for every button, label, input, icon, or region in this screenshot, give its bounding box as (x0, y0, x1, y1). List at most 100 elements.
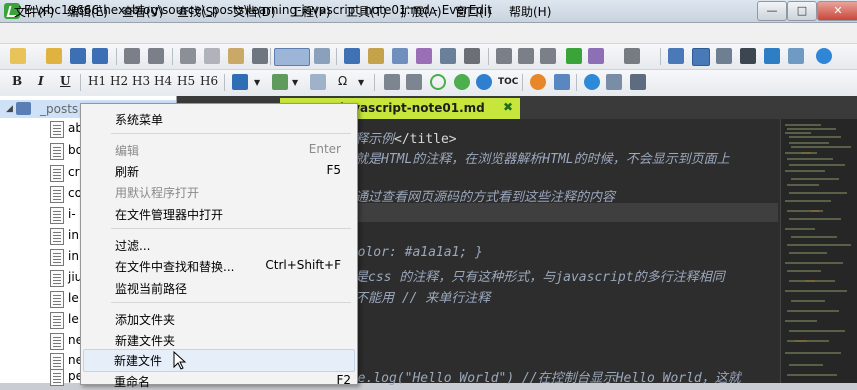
image-icon[interactable] (272, 74, 288, 90)
cut-icon[interactable] (180, 48, 196, 64)
tab-close-icon[interactable]: ✖ (503, 100, 513, 114)
browser-preview-icon[interactable] (764, 48, 780, 64)
menu-item-refresh[interactable]: 刷新 (115, 163, 139, 180)
task-open-icon[interactable] (430, 74, 446, 90)
preview-icon[interactable] (530, 74, 546, 90)
file-icon (50, 291, 64, 308)
anchor-dropdown-icon[interactable]: ▼ (254, 78, 260, 87)
snippet-icon[interactable] (588, 48, 604, 64)
toolbar-separator (522, 74, 523, 91)
run-icon[interactable] (566, 48, 582, 64)
minimap-lines (785, 124, 851, 376)
menu-help[interactable]: 帮助(H) (509, 3, 551, 20)
unordered-list-icon[interactable] (406, 74, 422, 90)
tools-icon[interactable] (624, 48, 640, 64)
menu-item-find-in-files[interactable]: 在文件中查找和替换... (115, 258, 234, 275)
undo-icon[interactable] (124, 48, 140, 64)
paste-icon[interactable] (228, 48, 244, 64)
toolbar-separator (576, 74, 577, 91)
menu-item-rename-shortcut: F2 (336, 373, 351, 387)
menu-item-edit[interactable]: 编辑 (115, 142, 139, 159)
find-files-icon[interactable] (392, 48, 408, 64)
minimize-button[interactable]: — (757, 1, 787, 21)
menu-item-open-in-explorer[interactable]: 在文件管理器中打开 (115, 206, 223, 223)
tree-root-label: _posts (40, 102, 79, 116)
h6-button[interactable]: H6 (200, 74, 218, 88)
h1-button[interactable]: H1 (88, 74, 106, 88)
menu-window[interactable]: 窗口(I) (455, 3, 492, 20)
menu-view[interactable]: 查看(V) (122, 3, 164, 20)
menu-item-filter[interactable]: 过滤... (115, 237, 150, 254)
menu-project[interactable]: 工程(P) (290, 3, 331, 20)
spellcheck-icon[interactable] (344, 48, 360, 64)
maximize-button[interactable]: □ (787, 1, 817, 21)
ie-preview-icon[interactable] (584, 74, 600, 90)
h5-button[interactable]: H5 (177, 74, 195, 88)
quote-icon[interactable] (476, 74, 492, 90)
h4-button[interactable]: H4 (154, 74, 172, 88)
menu-item-watch-path[interactable]: 监视当前路径 (115, 280, 187, 297)
fullscreen-icon[interactable] (740, 48, 756, 64)
play-macro-icon[interactable] (518, 48, 534, 64)
menu-item-open-default[interactable]: 用默认程序打开 (115, 184, 199, 201)
print-preview-icon[interactable] (606, 74, 622, 90)
toolbar-separator (80, 74, 81, 91)
special-char-dropdown-icon[interactable]: ▼ (358, 78, 364, 87)
task-done-icon[interactable] (454, 74, 470, 90)
expand-arrow-icon[interactable]: ◢ (6, 104, 13, 114)
toggle-outline-icon[interactable] (692, 48, 710, 66)
menu-item-add-folder[interactable]: 添加文件夹 (115, 311, 175, 328)
menu-document[interactable]: 文档(D) (233, 3, 276, 20)
italic-button[interactable]: I (38, 74, 44, 88)
hex-icon[interactable] (464, 48, 480, 64)
new-file-icon[interactable] (10, 48, 26, 64)
menu-item-system-menu[interactable]: 系统菜单 (115, 111, 163, 128)
bold-button[interactable]: B (12, 74, 22, 88)
compare-icon[interactable] (440, 48, 456, 64)
underline-button[interactable]: U (60, 74, 70, 88)
bookmark-icon[interactable] (416, 48, 432, 64)
menu-search[interactable]: 查找(S) (177, 3, 218, 20)
file-name: in (68, 249, 79, 263)
edit-note-icon[interactable] (368, 48, 384, 64)
h3-button[interactable]: H3 (132, 74, 150, 88)
menu-edit[interactable]: 编辑(E) (67, 3, 108, 20)
toggle-output-icon[interactable] (716, 48, 732, 64)
image-dropdown-icon[interactable]: ▼ (292, 78, 298, 87)
open-folder-icon[interactable] (46, 48, 62, 64)
help-icon[interactable] (816, 48, 832, 64)
options-icon[interactable] (788, 48, 804, 64)
menu-item-find-in-files-shortcut: Ctrl+Shift+F (265, 258, 341, 272)
column-mode-icon[interactable] (314, 48, 330, 64)
menu-item-new-file[interactable]: 新建文件 (114, 352, 162, 369)
main-toolbar (0, 44, 857, 70)
special-char-button[interactable]: Ω (338, 74, 347, 88)
anchor-icon[interactable] (232, 74, 248, 90)
macro-list-icon[interactable] (540, 48, 556, 64)
h2-button[interactable]: H2 (110, 74, 128, 88)
html-export-icon[interactable] (630, 74, 646, 90)
minimap[interactable] (780, 119, 857, 383)
ordered-list-icon[interactable] (384, 74, 400, 90)
menu-extensions[interactable]: 扩展(A) (400, 3, 442, 20)
file-icon (50, 312, 64, 329)
redo-icon[interactable] (148, 48, 164, 64)
toolbar-separator (270, 48, 271, 65)
record-macro-icon[interactable] (496, 48, 512, 64)
copy-icon[interactable] (204, 48, 220, 64)
menu-item-rename[interactable]: 重命名 (114, 373, 150, 390)
toc-button[interactable]: TOC (498, 77, 518, 87)
menu-file[interactable]: 文件(F) (14, 3, 54, 20)
close-button[interactable]: ✕ (817, 1, 857, 21)
save-all-icon[interactable] (92, 48, 108, 64)
table-icon[interactable] (310, 74, 326, 90)
export-icon[interactable] (554, 74, 570, 90)
file-icon (50, 186, 64, 203)
file-name: i- (68, 207, 76, 221)
save-icon[interactable] (70, 48, 86, 64)
menu-tools[interactable]: 工具(T) (346, 3, 387, 20)
print-icon[interactable] (252, 48, 268, 64)
toggle-sidebar-icon[interactable] (668, 48, 684, 64)
word-wrap-dropdown-icon[interactable] (274, 48, 310, 66)
menu-item-new-folder[interactable]: 新建文件夹 (115, 332, 175, 349)
